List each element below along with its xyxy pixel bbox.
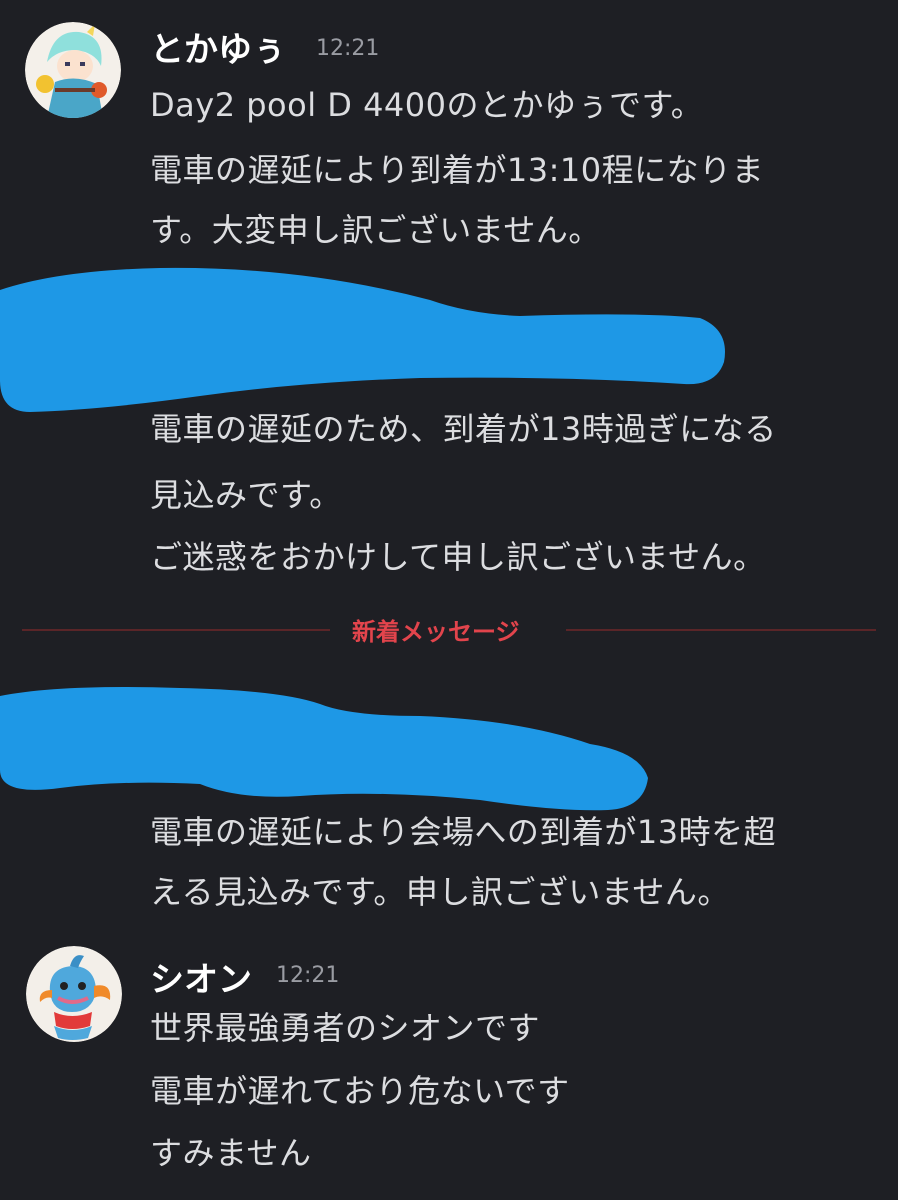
redaction-scribble xyxy=(0,267,725,811)
chat-view: とかゆぅ 12:21 Day2 pool D 4400のとかゆぅです。 電車の遅… xyxy=(0,0,898,1200)
